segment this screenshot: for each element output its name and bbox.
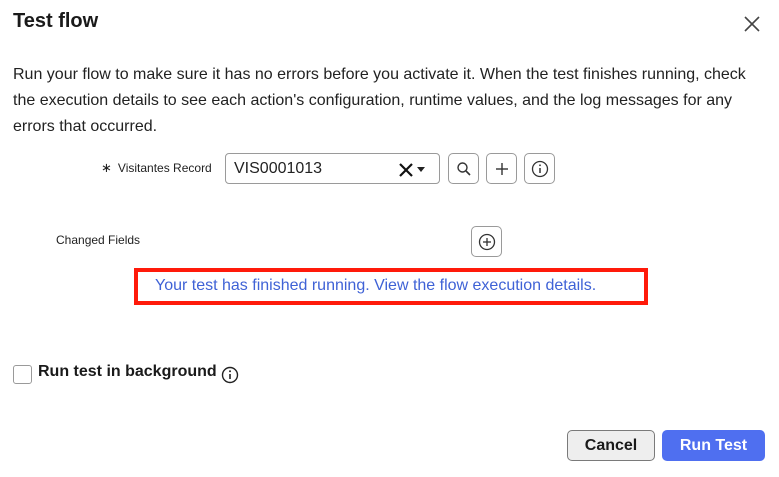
record-value: VIS0001013	[234, 160, 323, 177]
clear-icon[interactable]	[398, 162, 414, 178]
dialog-title: Test flow	[13, 10, 99, 32]
run-in-background-checkbox[interactable]	[13, 365, 32, 384]
add-changed-field-button[interactable]	[471, 226, 502, 257]
add-record-button[interactable]	[486, 153, 517, 184]
chevron-down-icon[interactable]	[417, 167, 425, 172]
visitantes-record-label: ∗ Visitantes Record	[101, 160, 212, 176]
view-execution-details-link[interactable]: Your test has finished running. View the…	[155, 277, 596, 295]
cancel-button[interactable]: Cancel	[567, 430, 655, 461]
dialog-description: Run your flow to make sure it has no err…	[13, 66, 746, 135]
visitantes-record-input[interactable]: VIS0001013	[225, 153, 440, 184]
plus-circle-icon	[478, 233, 495, 250]
search-icon	[456, 161, 471, 176]
plus-icon	[495, 162, 508, 175]
lookup-search-button[interactable]	[448, 153, 479, 184]
visitantes-record-label-text: Visitantes Record	[117, 161, 212, 175]
close-icon[interactable]	[741, 13, 763, 35]
run-in-background-label: Run test in background	[38, 363, 217, 380]
required-icon: ∗	[101, 160, 112, 175]
info-icon	[531, 160, 548, 177]
record-info-button[interactable]	[524, 153, 555, 184]
run-test-button[interactable]: Run Test	[662, 430, 765, 461]
changed-fields-label: Changed Fields	[56, 233, 141, 247]
info-icon[interactable]	[221, 366, 239, 384]
